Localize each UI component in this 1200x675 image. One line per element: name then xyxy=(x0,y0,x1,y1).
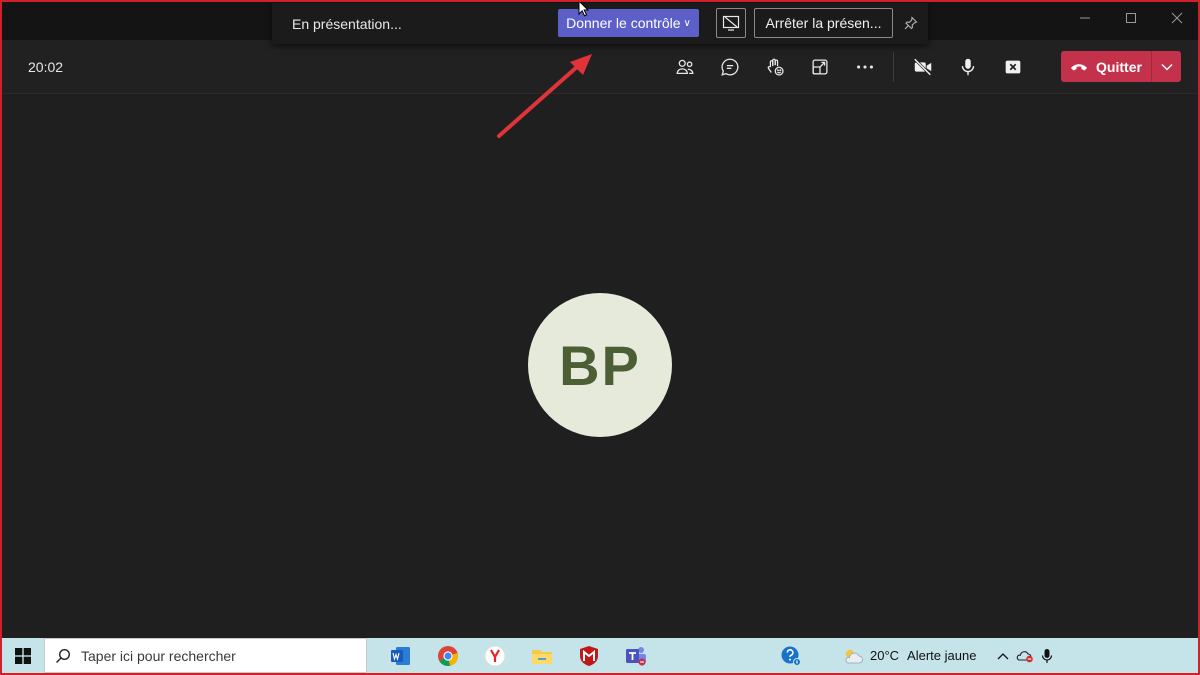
system-tray xyxy=(992,638,1058,673)
taskbar-file-explorer[interactable] xyxy=(518,638,565,673)
people-icon xyxy=(676,59,694,75)
pin-icon xyxy=(904,16,918,30)
cloudy-weather-icon xyxy=(845,649,863,663)
chevron-down-icon xyxy=(1160,63,1173,71)
camera-off-icon xyxy=(913,58,932,76)
taskbar-mcafee[interactable] xyxy=(565,638,612,673)
onedrive-status[interactable] xyxy=(1014,638,1036,673)
meeting-actions xyxy=(668,50,1041,84)
chevron-down-icon: ∨ xyxy=(683,17,691,29)
stop-share-icon xyxy=(1005,60,1021,74)
mcafee-shield-icon xyxy=(579,645,598,666)
windows-logo-icon xyxy=(15,647,31,664)
mouse-cursor-icon xyxy=(578,0,590,17)
cloud-error-icon xyxy=(1016,650,1033,662)
weather-widget[interactable]: 20°C Alerte jaune xyxy=(842,638,976,673)
taskbar-word[interactable] xyxy=(377,638,424,673)
share-content-button[interactable] xyxy=(803,50,837,84)
stop-presenting-button[interactable]: Arrêter la présen... xyxy=(754,8,893,38)
meeting-timer: 20:02 xyxy=(28,59,64,75)
chat-button[interactable] xyxy=(713,50,747,84)
microphone-toggle-button[interactable] xyxy=(951,50,985,84)
minimize-button[interactable] xyxy=(1062,0,1108,36)
participants-button[interactable] xyxy=(668,50,702,84)
windows-taskbar: Taper ici pour rechercher 20°C Alerte ja… xyxy=(2,638,1198,673)
pin-toolbar-button[interactable] xyxy=(902,14,920,32)
presenting-status: En présentation... xyxy=(292,16,402,32)
window-controls xyxy=(1062,0,1200,36)
minimize-icon xyxy=(1080,17,1090,19)
leave-meeting-group: Quitter xyxy=(1061,51,1181,82)
stop-sharing-button[interactable] xyxy=(996,50,1030,84)
taskbar-yandex[interactable] xyxy=(471,638,518,673)
search-icon xyxy=(56,648,71,663)
close-icon xyxy=(1171,12,1183,24)
reactions-button[interactable] xyxy=(758,50,792,84)
raise-hand-icon xyxy=(767,58,784,76)
weather-alert: Alerte jaune xyxy=(907,648,977,663)
taskbar-chrome[interactable] xyxy=(424,638,471,673)
teams-icon xyxy=(625,646,646,666)
stop-presenting-label: Arrêter la présen... xyxy=(765,15,882,31)
meeting-stage: BP xyxy=(2,95,1198,638)
start-button[interactable] xyxy=(2,638,44,673)
chrome-icon xyxy=(437,645,458,666)
camera-toggle-button[interactable] xyxy=(906,50,940,84)
yandex-browser-icon xyxy=(484,645,505,666)
leave-meeting-label: Quitter xyxy=(1096,58,1142,75)
folder-icon xyxy=(531,649,552,664)
search-placeholder: Taper ici pour rechercher xyxy=(81,647,236,664)
taskbar-teams[interactable] xyxy=(612,638,659,673)
leave-options-dropdown[interactable] xyxy=(1151,51,1181,82)
taskbar-apps xyxy=(377,638,659,673)
weather-temperature: 20°C xyxy=(870,648,900,663)
screen-icon xyxy=(722,15,740,31)
more-actions-button[interactable] xyxy=(848,50,882,84)
chat-icon xyxy=(721,58,739,76)
leave-meeting-button[interactable]: Quitter xyxy=(1061,51,1151,82)
microphone-icon xyxy=(1041,648,1053,663)
taskbar-help[interactable] xyxy=(776,638,806,673)
maximize-icon xyxy=(1126,13,1136,23)
hang-up-icon xyxy=(1071,63,1088,70)
meeting-control-bar: 20:02 Quitter xyxy=(2,40,1198,94)
toolbar-divider xyxy=(893,52,894,82)
close-window-button[interactable] xyxy=(1154,0,1200,36)
maximize-button[interactable] xyxy=(1108,0,1154,36)
participant-avatar: BP xyxy=(528,293,672,437)
include-audio-button[interactable] xyxy=(716,8,746,38)
microphone-icon xyxy=(961,58,975,76)
chevron-up-icon xyxy=(997,652,1009,659)
share-tray-icon xyxy=(812,59,828,75)
help-icon xyxy=(781,646,801,666)
taskbar-search-box[interactable]: Taper ici pour rechercher xyxy=(44,638,367,673)
presenting-toolbar: En présentation... Donner le contrôle ∨ … xyxy=(272,3,928,44)
more-icon xyxy=(857,65,873,69)
word-icon xyxy=(390,646,410,665)
show-hidden-icons-button[interactable] xyxy=(992,638,1014,673)
microphone-in-use-indicator[interactable] xyxy=(1036,638,1058,673)
